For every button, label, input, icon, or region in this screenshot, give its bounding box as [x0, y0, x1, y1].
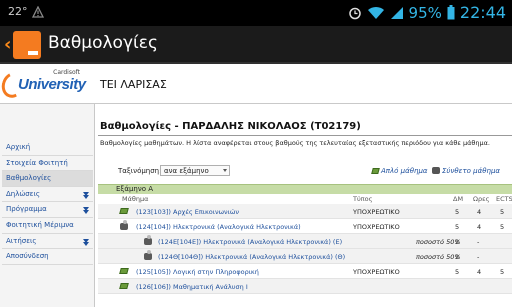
course-hours: -	[477, 253, 480, 261]
col-hours: Ωρες	[473, 195, 490, 203]
institution-name: ΤΕΙ ΛΑΡΙΣΑΣ	[100, 78, 167, 91]
simple-course-icon	[119, 283, 129, 289]
course-ects: 5	[500, 268, 505, 276]
sidebar-item-home[interactable]: Αρχική	[2, 140, 93, 156]
complex-course-label: Σύνθετο μάθημα	[442, 167, 501, 175]
table-row[interactable]: (125[105]) Λογική στην Πληροφορική ΥΠΟΧΡ…	[98, 264, 512, 279]
table-header-row: Μάθημα Τύπος ΔΜ Ωρες ECTS	[98, 194, 512, 204]
wifi-icon	[367, 6, 384, 19]
table-row[interactable]: (126[106]) Μαθηματική Ανάλυση Ι	[98, 279, 512, 294]
course-name: (124Θ[104Θ]) Ηλεκτρονικά (Αναλογικά Ηλεκ…	[158, 253, 346, 261]
sidebar-item-label: Αρχική	[6, 143, 31, 151]
sidebar-item-declarations[interactable]: Δηλώσεις	[2, 186, 93, 203]
col-course: Μάθημα	[122, 195, 149, 203]
complex-course-icon	[432, 167, 440, 174]
course-hours: -	[477, 238, 480, 246]
expand-arrow-icon	[83, 191, 89, 199]
logo-small-text: Cardisoft	[53, 69, 80, 76]
sidebar-item-label: Στοιχεία Φοιτητή	[6, 158, 68, 167]
course-ects: 5	[500, 223, 505, 231]
sidebar-item-student-info[interactable]: Στοιχεία Φοιτητή	[2, 155, 93, 172]
course-dm: 5	[455, 268, 460, 276]
sidebar-item-label: Αιτήσεις	[6, 236, 37, 245]
sidebar-item-schedule[interactable]: Πρόγραμμα	[2, 202, 93, 218]
sidebar-item-label: Αποσύνδεση	[6, 252, 49, 261]
complex-course-icon	[144, 250, 152, 260]
complex-course-link[interactable]: Σύνθετο μάθημα	[432, 167, 500, 175]
simple-course-icon	[119, 268, 129, 274]
expand-arrow-icon	[83, 207, 89, 215]
course-type: ΥΠΟΧΡΕΩΤΙΚΟ	[353, 223, 400, 231]
back-chevron-icon[interactable]: ‹	[4, 34, 11, 55]
course-name: (125[105]) Λογική στην Πληροφορική	[136, 268, 259, 276]
sidebar-item-label: Πρόγραμμα	[6, 205, 47, 214]
course-hours: 4	[477, 208, 482, 216]
title-divider	[98, 135, 512, 136]
signal-icon	[390, 6, 403, 19]
logo-big-text: University	[18, 76, 86, 93]
sidebar-menu: Αρχική Στοιχεία Φοιτητή Βαθμολογίες Δηλώ…	[2, 140, 93, 265]
course-name: (123[103]) Αρχές Επικοινωνιών	[136, 208, 239, 216]
course-ects: 5	[500, 208, 505, 216]
alarm-icon	[348, 7, 361, 19]
sidebar-item-applications[interactable]: Αιτήσεις	[2, 233, 93, 250]
app-logo-icon[interactable]	[13, 31, 41, 59]
simple-course-link[interactable]: Απλό μάθημα	[371, 167, 428, 175]
page-header: Cardisoft University ΤΕΙ ΛΑΡΙΣΑΣ	[0, 66, 512, 104]
clock-text: 22:44	[459, 3, 506, 22]
grades-table: Εξάμηνο Α Μάθημα Τύπος ΔΜ Ωρες ECTS (123…	[98, 184, 512, 294]
sort-select[interactable]: ανα εξάμηνο	[160, 165, 230, 176]
sort-select-value: ανα εξάμηνο	[164, 167, 209, 175]
course-hours: 4	[477, 268, 482, 276]
table-row[interactable]: (124Ε[104Ε]) Ηλεκτρονικά (Αναλογικά Ηλεκ…	[98, 234, 512, 249]
main-content: Βαθμολογίες - ΠΑΡΔΑΛΗΣ ΝΙΚΟΛΑΟΣ (Τ02179)…	[96, 104, 512, 307]
status-bar: 22° 95% 22:44	[0, 0, 512, 26]
course-type: ποσοστό 50%	[416, 253, 461, 261]
battery-icon	[447, 5, 455, 20]
col-ects: ECTS	[496, 195, 512, 203]
table-row[interactable]: (124Θ[104Θ]) Ηλεκτρονικά (Αναλογικά Ηλεκ…	[98, 249, 512, 264]
sidebar: Αρχική Στοιχεία Φοιτητή Βαθμολογίες Δηλώ…	[0, 104, 95, 307]
battery-text: 95%	[408, 3, 442, 22]
chevron-down-icon	[223, 169, 227, 172]
warning-icon	[32, 6, 44, 18]
simple-course-icon	[371, 168, 380, 174]
page-description: Βαθμολογίες μαθημάτων. Η λίστα αναφέρετα…	[100, 139, 490, 147]
action-bar-title: Βαθμολογίες	[48, 33, 158, 53]
sidebar-item-label: Βαθμολογίες	[6, 174, 52, 183]
course-hours: 4	[477, 223, 482, 231]
sidebar-item-label: Φοιτητική Μέριμνα	[6, 220, 74, 229]
university-logo: Cardisoft University	[0, 68, 86, 102]
temperature-text: 22°	[8, 5, 28, 18]
sidebar-item-logout[interactable]: Αποσύνδεση	[2, 249, 93, 265]
col-type: Τύπος	[353, 195, 373, 203]
course-name: (124[104]) Ηλεκτρονικά (Αναλογικά Ηλεκτρ…	[136, 223, 301, 231]
course-dm: 2	[455, 253, 460, 261]
page-title: Βαθμολογίες - ΠΑΡΔΑΛΗΣ ΝΙΚΟΛΑΟΣ (Τ02179)	[100, 121, 361, 132]
col-dm: ΔΜ	[453, 195, 464, 203]
table-row[interactable]: (124[104]) Ηλεκτρονικά (Αναλογικά Ηλεκτρ…	[98, 219, 512, 234]
expand-arrow-icon	[83, 238, 89, 246]
course-dm: 5	[455, 223, 460, 231]
sidebar-item-label: Δηλώσεις	[6, 189, 40, 198]
semester-header: Εξάμηνο Α	[98, 184, 512, 194]
complex-course-icon	[144, 235, 152, 245]
simple-course-icon	[119, 208, 129, 214]
course-type: ΥΠΟΧΡΕΩΤΙΚΟ	[353, 268, 400, 276]
sidebar-item-student-care[interactable]: Φοιτητική Μέριμνα	[2, 217, 93, 234]
course-type: ΥΠΟΧΡΕΩΤΙΚΟ	[353, 208, 400, 216]
course-dm: 2	[455, 238, 460, 246]
course-dm: 5	[455, 208, 460, 216]
complex-course-icon	[120, 220, 128, 230]
action-bar: ‹ Βαθμολογίες	[0, 26, 512, 64]
table-row[interactable]: (123[103]) Αρχές Επικοινωνιών ΥΠΟΧΡΕΩΤΙΚ…	[98, 204, 512, 219]
course-name: (126[106]) Μαθηματική Ανάλυση Ι	[136, 283, 248, 291]
sort-label: Ταξινόμηση:	[118, 167, 162, 175]
course-name: (124Ε[104Ε]) Ηλεκτρονικά (Αναλογικά Ηλεκ…	[158, 238, 343, 246]
sidebar-item-grades[interactable]: Βαθμολογίες	[2, 171, 93, 187]
course-type: ποσοστό 50%	[416, 238, 461, 246]
simple-course-label: Απλό μάθημα	[381, 167, 428, 175]
